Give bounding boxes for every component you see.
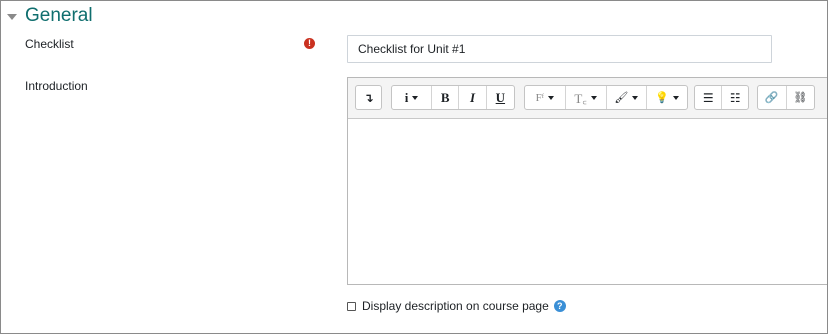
paragraph-styles-button[interactable]: i xyxy=(392,86,433,109)
display-description-label[interactable]: Display description on course page xyxy=(362,299,549,313)
display-description-row: Display description on course page ? xyxy=(347,299,566,313)
show-more-buttons-icon[interactable]: ↴ xyxy=(356,86,381,109)
toolbar-group-links: 🔗 ⛓ xyxy=(757,85,815,110)
underline-button[interactable]: U xyxy=(487,86,514,109)
bold-button[interactable]: B xyxy=(432,86,460,109)
lightbulb-icon[interactable]: 💡 xyxy=(647,86,687,109)
toolbar-group-toggle: ↴ xyxy=(355,85,382,110)
toolbar-group-style: i B I U xyxy=(391,85,515,110)
section-title: General xyxy=(25,5,93,26)
help-icon[interactable]: ? xyxy=(553,300,566,312)
checklist-name-input[interactable] xyxy=(347,35,772,63)
editor-toolbar: ↴ i B I U Fᶠ T꜀ 🖌 💡 ☰ ☷ 🔗 ⛓ xyxy=(348,78,827,119)
display-description-checkbox[interactable] xyxy=(347,301,356,311)
introduction-label: Introduction xyxy=(25,79,88,93)
bullet-list-icon[interactable]: ☰ xyxy=(695,86,723,109)
numbered-list-icon[interactable]: ☷ xyxy=(722,86,748,109)
caret-down-icon xyxy=(7,14,17,20)
introduction-editor: ↴ i B I U Fᶠ T꜀ 🖌 💡 ☰ ☷ 🔗 ⛓ xyxy=(347,77,827,285)
brush-icon[interactable]: 🖌 xyxy=(607,86,648,109)
italic-button[interactable]: I xyxy=(459,86,487,109)
section-collapse-toggle[interactable]: General xyxy=(7,5,93,27)
font-family-button[interactable]: Fᶠ xyxy=(525,86,566,109)
link-icon[interactable]: 🔗 xyxy=(758,86,787,109)
unlink-icon[interactable]: ⛓ xyxy=(787,86,815,109)
required-icon: ! xyxy=(304,38,315,49)
toolbar-group-lists: ☰ ☷ xyxy=(694,85,749,110)
general-section: General Checklist ! Introduction ↴ i B I… xyxy=(0,0,828,334)
font-size-button[interactable]: T꜀ xyxy=(566,86,607,109)
introduction-textarea[interactable] xyxy=(348,119,827,284)
toolbar-group-font: Fᶠ T꜀ 🖌 💡 xyxy=(524,85,688,110)
checklist-label: Checklist xyxy=(25,37,74,51)
